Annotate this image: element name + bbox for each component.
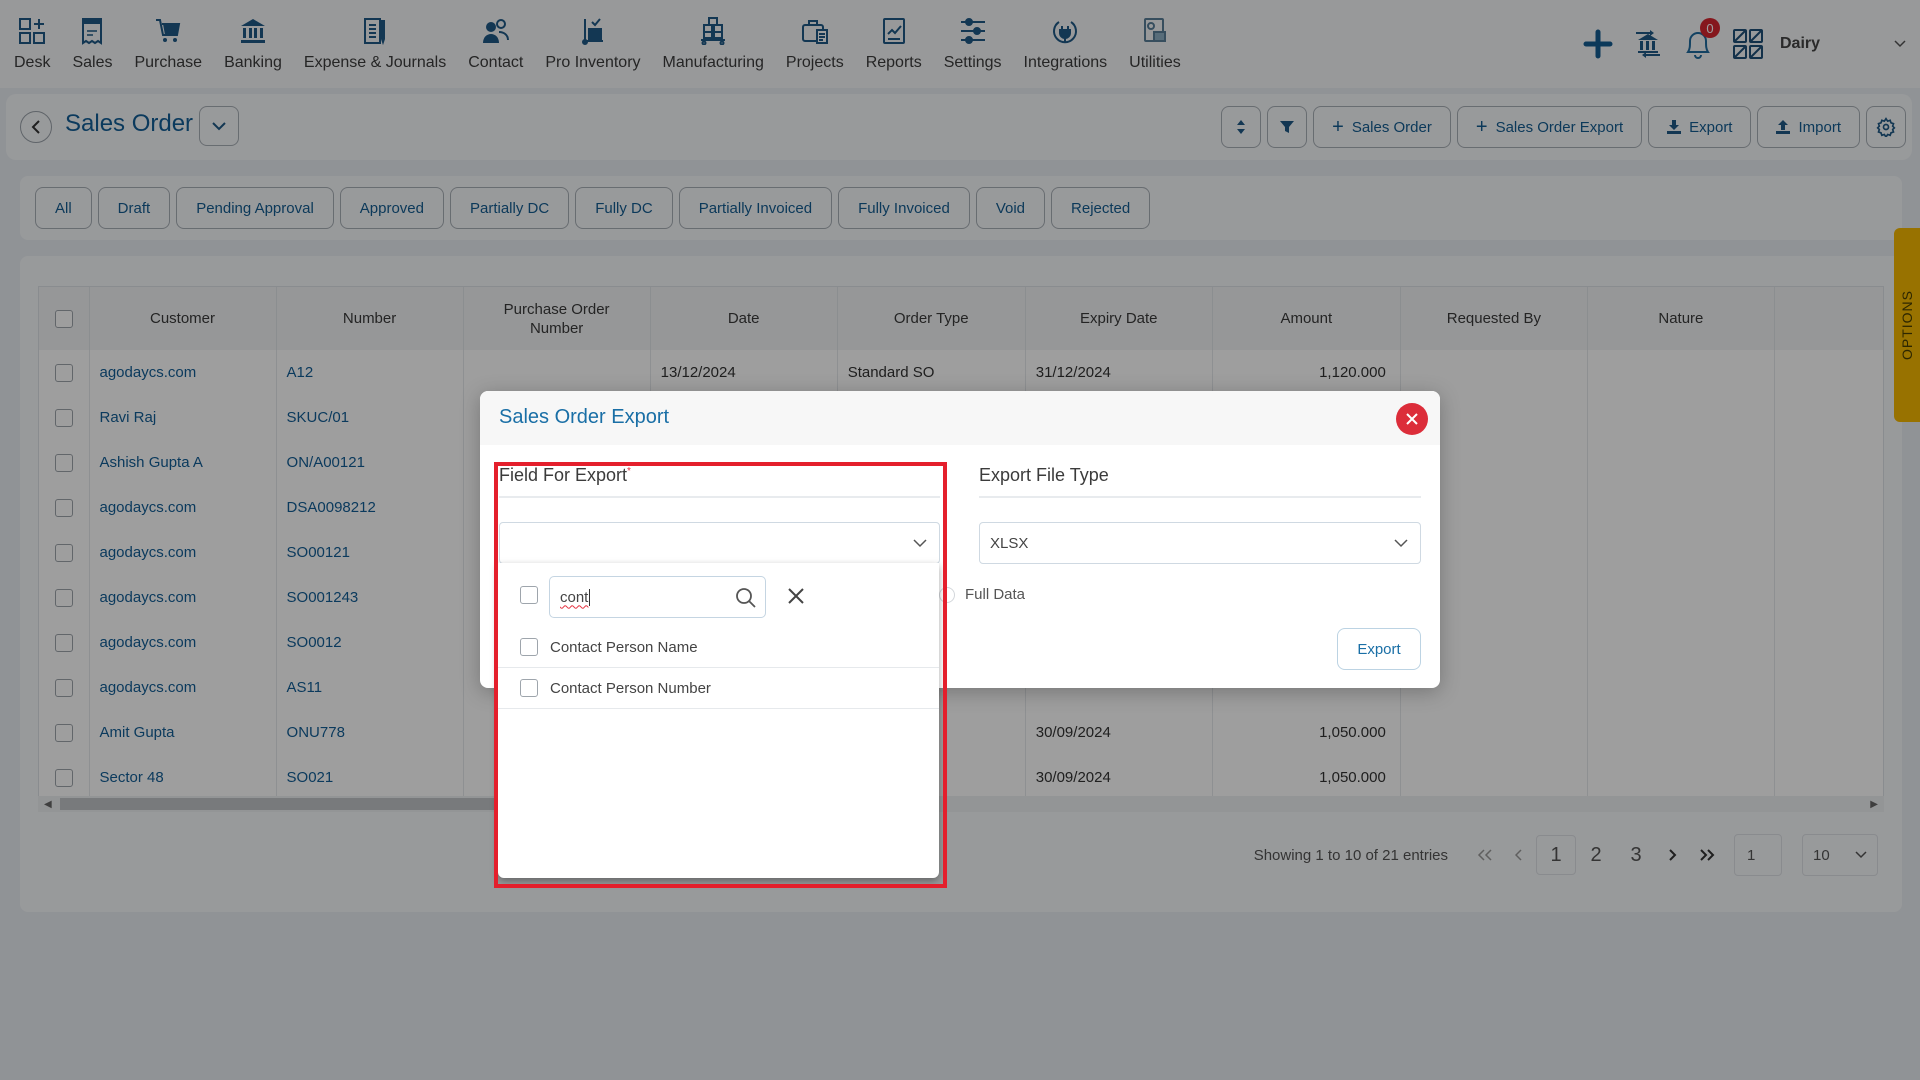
export-file-type-select[interactable]: XLSX	[979, 522, 1421, 564]
option-checkbox[interactable]	[520, 638, 538, 656]
dropdown-search-row: cont	[498, 574, 939, 618]
modal-title: Sales Order Export	[499, 406, 670, 428]
chevron-down-icon	[1394, 538, 1408, 547]
close-modal-button[interactable]	[1396, 403, 1428, 435]
divider	[979, 496, 1421, 498]
select-all-fields-checkbox[interactable]	[520, 586, 538, 604]
full-data-radio-option[interactable]: Full Data	[939, 586, 1025, 603]
field-for-export-label: Field For Export*	[499, 465, 631, 486]
label-text: Field For Export	[499, 465, 628, 485]
export-file-type-label: Export File Type	[979, 465, 1109, 485]
search-icon	[736, 588, 756, 608]
required-asterisk: *	[627, 466, 631, 477]
field-for-export-select[interactable]	[499, 522, 940, 564]
dropdown-option[interactable]: Contact Person Number	[498, 668, 939, 709]
modal-export-button[interactable]: Export	[1337, 628, 1421, 670]
modal-header: Sales Order Export	[480, 391, 1440, 445]
close-icon	[1406, 413, 1418, 425]
field-for-export-dropdown: cont Contact Person Name Contact Person …	[498, 563, 939, 878]
dropdown-option[interactable]: Contact Person Name	[498, 627, 939, 668]
full-data-radio[interactable]	[939, 586, 955, 603]
option-label: Contact Person Name	[550, 638, 698, 656]
search-text: cont	[560, 588, 589, 606]
option-checkbox[interactable]	[520, 679, 538, 697]
field-search-input[interactable]: cont	[549, 576, 766, 618]
select-value: XLSX	[990, 534, 1029, 552]
chevron-down-icon	[913, 538, 927, 547]
text-caret	[589, 588, 591, 606]
radio-label: Full Data	[965, 586, 1026, 603]
divider	[499, 496, 940, 498]
clear-search-icon[interactable]	[787, 587, 805, 605]
option-label: Contact Person Number	[550, 679, 711, 697]
